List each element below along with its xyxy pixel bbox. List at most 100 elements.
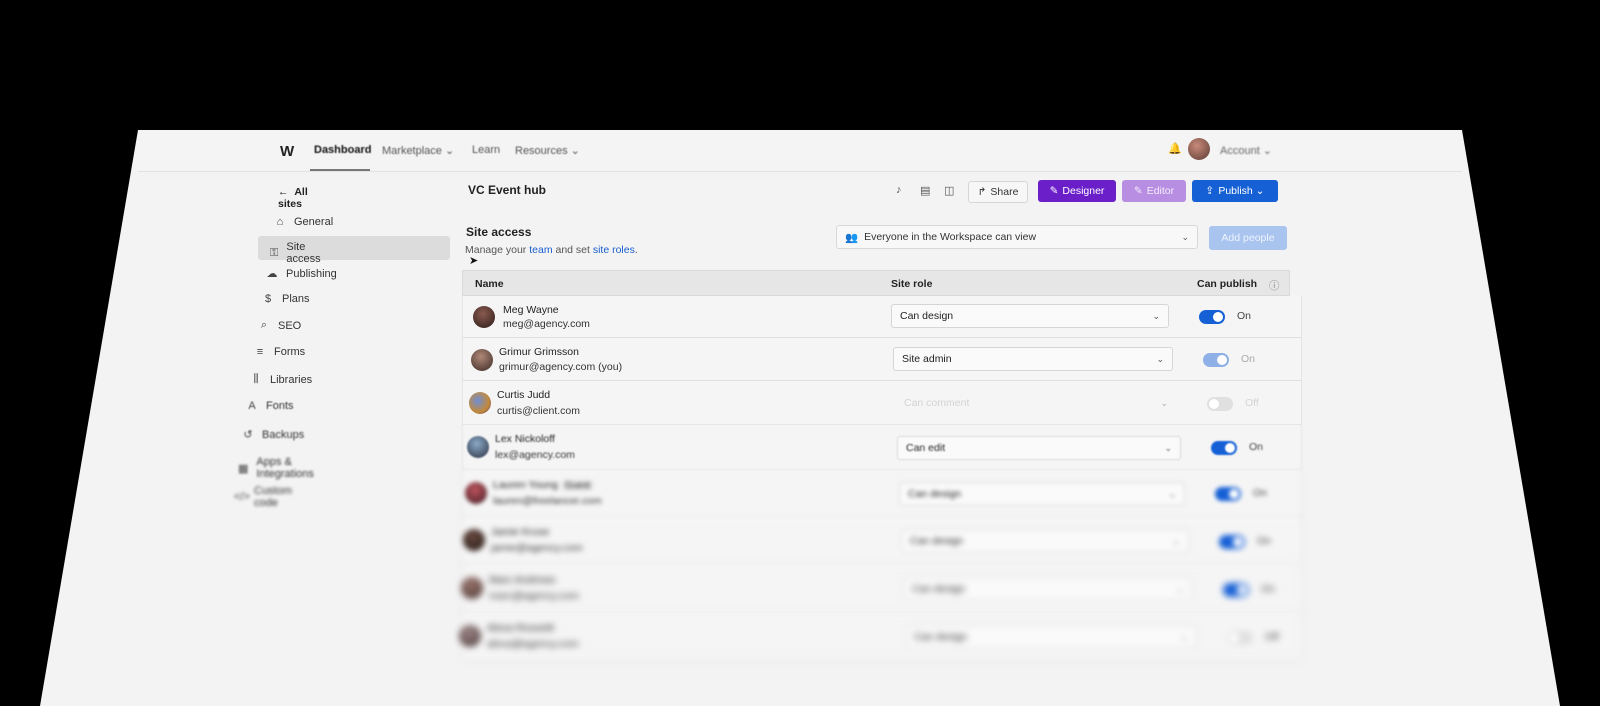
arrow-left-icon: ← bbox=[278, 186, 289, 198]
nav-dashboard[interactable]: Dashboard bbox=[314, 144, 371, 156]
table-row: Lauren Young Guest lauren@freelancer.com … bbox=[462, 470, 1302, 517]
role-select[interactable]: Site admin ⌄ bbox=[893, 347, 1173, 371]
avatar bbox=[469, 392, 491, 414]
col-can-publish: Can publish bbox=[1197, 278, 1258, 290]
chevron-down-icon: ⌄ bbox=[1181, 231, 1189, 242]
chevron-down-icon: ⌄ bbox=[1176, 583, 1184, 594]
comment-icon[interactable]: ◫ bbox=[944, 184, 954, 197]
role-select[interactable]: Can design ⌄ bbox=[901, 529, 1189, 553]
key-icon: ⚿ bbox=[270, 246, 279, 259]
sidebar-item-seo[interactable]: ⌕ SEO bbox=[258, 319, 301, 332]
publish-toggle[interactable] bbox=[1219, 535, 1245, 549]
sidebar-item-publishing[interactable]: ☁ Publishing bbox=[266, 267, 337, 281]
table-row: Alexa Rossetti alexa@agency.com Can desi… bbox=[459, 613, 1302, 661]
sidebar-item-forms[interactable]: ≡ Forms bbox=[254, 346, 305, 358]
home-icon: ⌂ bbox=[276, 216, 284, 228]
account-menu[interactable]: Account ⌄ bbox=[1220, 144, 1272, 157]
table-row: Meg Wayne meg@agency.com Can design ⌄ On bbox=[462, 296, 1302, 338]
col-name: Name bbox=[475, 278, 504, 290]
role-select[interactable]: Can design ⌄ bbox=[905, 625, 1197, 649]
chevron-down-icon: ⌄ bbox=[1180, 631, 1188, 642]
archive-icon[interactable]: ▤ bbox=[920, 184, 930, 197]
share-button[interactable]: ↱ Share bbox=[968, 181, 1028, 203]
table-row: Curtis Judd curtis@client.com Can commen… bbox=[462, 381, 1302, 425]
site-roles-link[interactable]: site roles bbox=[593, 244, 635, 256]
editor-button[interactable]: ✎ Editor bbox=[1122, 180, 1186, 202]
dollar-icon: $ bbox=[264, 293, 272, 305]
font-icon: A bbox=[248, 400, 256, 412]
sidebar-item-general[interactable]: ⌂ General bbox=[274, 216, 333, 228]
search-icon: ⌕ bbox=[260, 319, 268, 331]
role-select[interactable]: Can design ⌄ bbox=[891, 304, 1169, 328]
chevron-down-icon: ⌄ bbox=[1164, 442, 1172, 453]
col-site-role: Site role bbox=[891, 278, 933, 290]
table-row: Marc Andrews marc@agency.com Can design ⌄… bbox=[461, 565, 1302, 613]
chevron-down-icon: ⌄ bbox=[1168, 488, 1176, 499]
sidebar-item-site-access[interactable]: ⚿ Site access bbox=[270, 241, 324, 265]
chevron-down-icon: ⌄ bbox=[1172, 535, 1180, 546]
nav-active-underline bbox=[310, 169, 370, 171]
nav-resources[interactable]: Resources ⌄ bbox=[515, 144, 580, 157]
publish-toggle[interactable] bbox=[1215, 487, 1241, 501]
table-row: Jamie Kruse jamie@agency.com Can design ⌄… bbox=[462, 517, 1302, 565]
audio-icon[interactable]: ♪ bbox=[896, 184, 902, 196]
sidebar-item-plans[interactable]: $ Plans bbox=[262, 293, 310, 305]
guest-badge: Guest bbox=[561, 480, 594, 491]
back-to-all-sites[interactable]: ← All sites bbox=[278, 186, 308, 210]
avatar bbox=[471, 349, 493, 371]
chevron-down-icon: ⌄ bbox=[1156, 353, 1164, 364]
role-select: Can comment ⌄ bbox=[904, 397, 1168, 409]
publish-button[interactable]: ⇪ Publish ⌄ bbox=[1192, 180, 1278, 202]
users-icon: 👥 bbox=[845, 231, 859, 244]
nav-marketplace[interactable]: Marketplace ⌄ bbox=[382, 144, 454, 157]
team-link[interactable]: team bbox=[529, 244, 552, 256]
publish-toggle bbox=[1203, 353, 1229, 367]
member-name: Lauren Young Guest bbox=[493, 479, 594, 491]
nav-learn[interactable]: Learn bbox=[472, 144, 500, 156]
role-select[interactable]: Can edit ⌄ bbox=[897, 436, 1181, 460]
avatar bbox=[473, 306, 495, 328]
sidebar-item-apps[interactable]: ▦ Apps & Integrations bbox=[238, 456, 315, 480]
list-icon: ≡ bbox=[256, 346, 264, 358]
panel-subtitle: Manage your team and set site roles. bbox=[465, 244, 638, 256]
brush-icon: ✎ bbox=[1049, 185, 1059, 197]
share-icon: ↱ bbox=[977, 186, 987, 198]
add-people-button[interactable]: Add people bbox=[1209, 226, 1287, 250]
role-select[interactable]: Can design ⌄ bbox=[899, 482, 1185, 506]
history-icon: ↺ bbox=[243, 429, 253, 441]
bell-icon[interactable]: 🔔 bbox=[1168, 142, 1182, 155]
panel-title: Site access bbox=[466, 225, 532, 239]
apps-icon: ▦ bbox=[238, 462, 249, 475]
designer-button[interactable]: ✎ Designer bbox=[1038, 180, 1116, 202]
sidebar-item-custom-code[interactable]: </> Custom code bbox=[234, 485, 292, 509]
publish-toggle[interactable] bbox=[1223, 583, 1249, 597]
account-avatar[interactable] bbox=[1188, 138, 1210, 160]
library-icon: ⫼ bbox=[253, 373, 259, 385]
chevron-down-icon: ⌄ bbox=[1152, 310, 1160, 321]
role-select[interactable]: Can design ⌄ bbox=[903, 577, 1193, 601]
chevron-down-icon: ⌄ bbox=[1160, 397, 1168, 408]
rocket-icon: ⇪ bbox=[1205, 185, 1215, 197]
table-header: Name Site role Can publish ⓘ bbox=[462, 270, 1290, 296]
info-icon[interactable]: ⓘ bbox=[1269, 278, 1280, 293]
avatar bbox=[463, 529, 485, 551]
site-title: VC Event hub bbox=[468, 183, 547, 197]
workspace-access-select[interactable]: 👥 Everyone in the Workspace can view ⌄ bbox=[836, 225, 1198, 249]
sidebar-item-fonts[interactable]: A Fonts bbox=[246, 400, 293, 412]
webflow-logo[interactable]: W bbox=[280, 143, 294, 160]
publish-toggle[interactable] bbox=[1227, 631, 1253, 645]
avatar bbox=[459, 625, 481, 647]
sidebar-item-libraries[interactable]: ⫼ Libraries bbox=[250, 373, 312, 386]
app-screen: W Dashboard Marketplace ⌄ Learn Resource… bbox=[40, 130, 1560, 706]
avatar bbox=[467, 436, 489, 458]
pencil-icon: ✎ bbox=[1133, 185, 1143, 197]
sidebar-item-backups[interactable]: ↺ Backups bbox=[242, 428, 304, 442]
code-icon: </> bbox=[234, 491, 250, 503]
publish-toggle[interactable] bbox=[1211, 441, 1237, 455]
table-row: Grimur Grimsson grimur@agency.com (you) … bbox=[462, 338, 1302, 381]
publish-toggle[interactable] bbox=[1199, 310, 1225, 324]
mouse-cursor-icon: ➤ bbox=[469, 255, 479, 267]
avatar bbox=[465, 482, 487, 504]
table-row: Lex Nickoloff lex@agency.com Can edit ⌄ O… bbox=[462, 425, 1302, 470]
cloud-icon: ☁ bbox=[266, 268, 278, 280]
